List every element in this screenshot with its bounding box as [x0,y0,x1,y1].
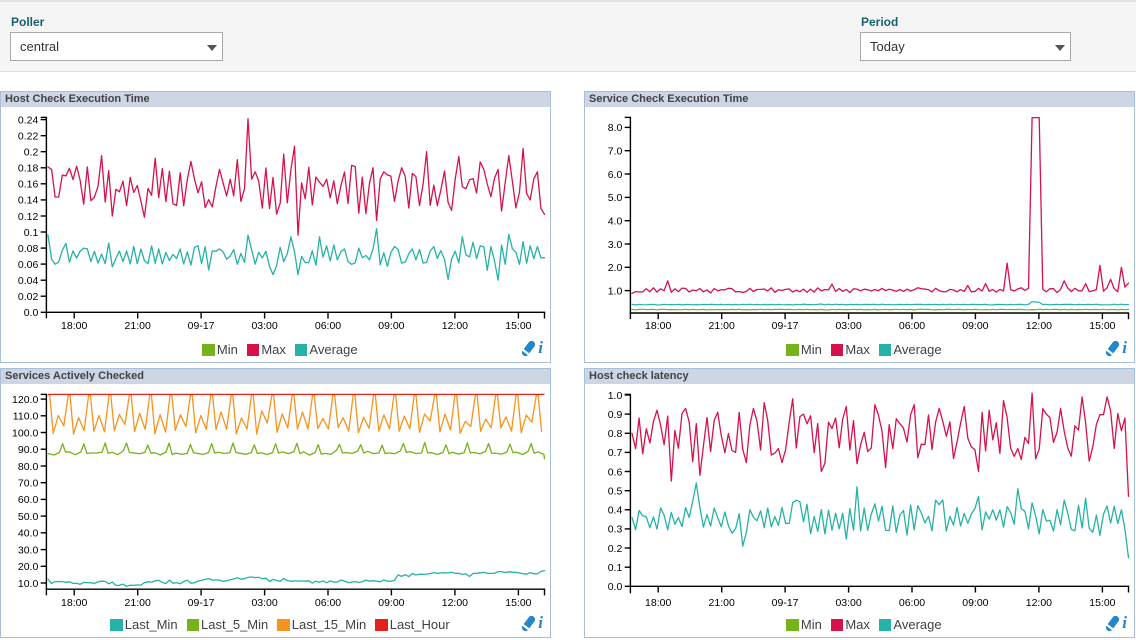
svg-text:0.6: 0.6 [608,466,623,478]
svg-text:0.22: 0.22 [18,131,39,143]
svg-text:80.0: 80.0 [18,461,39,473]
svg-text:0.0: 0.0 [24,307,39,319]
svg-text:09-17: 09-17 [188,320,215,332]
svg-text:12:00: 12:00 [442,597,468,609]
svg-text:18:00: 18:00 [61,320,87,332]
svg-text:03:00: 03:00 [251,320,277,332]
svg-text:3.0: 3.0 [608,239,623,251]
svg-text:0.2: 0.2 [608,543,623,555]
svg-text:21:00: 21:00 [125,320,151,332]
svg-text:0.8: 0.8 [608,428,623,440]
svg-text:0.14: 0.14 [18,195,39,207]
svg-text:18:00: 18:00 [61,597,87,609]
svg-text:90.0: 90.0 [18,444,39,456]
svg-text:30.0: 30.0 [18,544,39,556]
svg-text:15:00: 15:00 [1089,597,1115,609]
svg-text:120.0: 120.0 [12,394,38,406]
svg-text:20.0: 20.0 [18,561,39,573]
svg-text:1.0: 1.0 [608,390,623,402]
svg-text:0.02: 0.02 [18,291,39,303]
svg-text:09-17: 09-17 [188,597,215,609]
svg-text:15:00: 15:00 [505,320,531,332]
svg-text:15:00: 15:00 [1089,320,1115,332]
svg-text:09-17: 09-17 [772,320,799,332]
svg-text:110.0: 110.0 [13,411,39,423]
svg-text:50.0: 50.0 [18,511,39,523]
svg-text:0.16: 0.16 [18,179,39,191]
svg-text:09:00: 09:00 [378,320,404,332]
svg-text:0.24: 0.24 [18,114,39,126]
svg-text:6.0: 6.0 [608,169,623,181]
svg-text:0.18: 0.18 [18,163,39,175]
svg-text:0.7: 0.7 [608,447,623,459]
svg-text:09-17: 09-17 [772,597,799,609]
svg-text:0.5: 0.5 [608,486,623,498]
svg-text:03:00: 03:00 [251,597,277,609]
svg-text:8.0: 8.0 [608,122,623,134]
svg-text:0.4: 0.4 [608,505,623,517]
svg-text:12:00: 12:00 [1026,597,1052,609]
svg-text:2.0: 2.0 [608,262,623,274]
svg-text:0.1: 0.1 [24,227,39,239]
svg-text:0.08: 0.08 [18,243,39,255]
svg-text:0.0: 0.0 [608,581,623,593]
svg-text:15:00: 15:00 [505,597,531,609]
svg-text:21:00: 21:00 [709,597,735,609]
svg-text:10.0: 10.0 [18,578,39,590]
svg-text:5.0: 5.0 [608,192,623,204]
svg-text:7.0: 7.0 [608,146,623,158]
svg-text:4.0: 4.0 [608,216,623,228]
svg-text:0.12: 0.12 [18,211,39,223]
svg-text:1.0: 1.0 [608,285,623,297]
svg-text:60.0: 60.0 [18,494,39,506]
svg-text:06:00: 06:00 [315,597,341,609]
svg-text:06:00: 06:00 [899,597,925,609]
svg-text:0.1: 0.1 [608,562,623,574]
svg-text:21:00: 21:00 [709,320,735,332]
svg-text:06:00: 06:00 [315,320,341,332]
svg-text:21:00: 21:00 [125,597,151,609]
svg-text:0.06: 0.06 [18,259,39,271]
svg-text:09:00: 09:00 [962,320,988,332]
svg-text:100.0: 100.0 [12,427,38,439]
svg-text:40.0: 40.0 [18,528,39,540]
svg-text:18:00: 18:00 [645,597,671,609]
svg-text:12:00: 12:00 [442,320,468,332]
svg-text:0.9: 0.9 [608,409,623,421]
svg-text:03:00: 03:00 [835,320,861,332]
svg-text:70.0: 70.0 [18,478,39,490]
svg-text:09:00: 09:00 [962,597,988,609]
svg-text:0.2: 0.2 [24,147,39,159]
svg-text:0.3: 0.3 [608,524,623,536]
svg-text:18:00: 18:00 [645,320,671,332]
svg-text:06:00: 06:00 [899,320,925,332]
svg-text:09:00: 09:00 [378,597,404,609]
svg-text:03:00: 03:00 [835,597,861,609]
svg-text:0.04: 0.04 [18,275,39,287]
svg-text:12:00: 12:00 [1026,320,1052,332]
